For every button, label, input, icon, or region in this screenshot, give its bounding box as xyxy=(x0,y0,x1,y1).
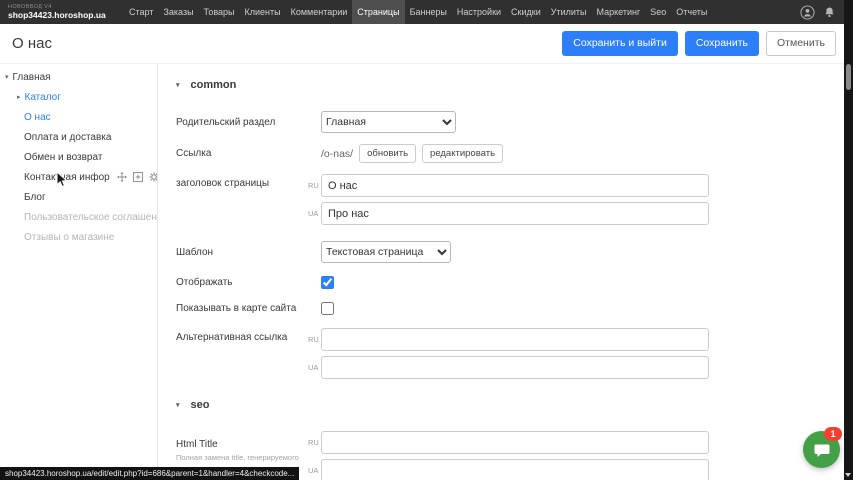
tree-label: Контактная инфор xyxy=(24,172,110,183)
menu-banners[interactable]: Баннеры xyxy=(405,0,452,24)
gear-icon[interactable] xyxy=(149,172,158,182)
tree-label: Отзывы о магазине xyxy=(24,232,114,243)
sidebar-item-o-nas[interactable]: О нас xyxy=(0,107,157,127)
html-title-ru-input[interactable] xyxy=(321,431,709,454)
chat-badge: 1 xyxy=(824,427,842,441)
lang-ua-label: UA xyxy=(308,363,321,372)
parent-section-label: Родительский раздел xyxy=(176,117,308,128)
lang-ua-label: UA xyxy=(308,209,321,218)
scrollbar-thumb[interactable] xyxy=(846,64,851,90)
alt-link-ru-input[interactable] xyxy=(321,328,709,351)
caret-down-icon: ▾ xyxy=(176,81,180,89)
logo[interactable]: НОВОВВОД V4 shop34423.horoshop.ua xyxy=(0,4,124,20)
display-checkbox[interactable] xyxy=(321,276,334,289)
template-label: Шаблон xyxy=(176,247,308,258)
html-title-label: Html Title xyxy=(176,435,308,450)
sidebar-item-glavnaya[interactable]: ▾ Главная xyxy=(0,67,157,87)
bell-icon[interactable] xyxy=(822,5,837,20)
html-title-note: Полная замена title, генерируемого xyxy=(176,453,321,462)
scrollbar[interactable] xyxy=(844,0,853,480)
menu-pages[interactable]: Страницы xyxy=(352,0,404,24)
html-title-ua-input[interactable] xyxy=(321,459,709,480)
sidebar-item-obmen[interactable]: Обмен и возврат xyxy=(0,147,157,167)
lang-ru-label: RU xyxy=(308,181,321,190)
menu-seo[interactable]: Seo xyxy=(645,0,671,24)
main-form: ▾ common Родительский раздел Главная Ссы… xyxy=(158,63,844,480)
tree-label: Обмен и возврат xyxy=(24,152,102,163)
chat-icon xyxy=(813,441,831,459)
sitemap-checkbox[interactable] xyxy=(321,302,334,315)
sitemap-label: Показывать в карте сайта xyxy=(176,303,308,314)
move-icon[interactable] xyxy=(117,172,127,182)
save-button[interactable]: Сохранить xyxy=(685,31,759,56)
logo-title: shop34423.horoshop.ua xyxy=(8,10,114,20)
chat-widget-button[interactable]: 1 xyxy=(803,431,840,468)
tree-label: Главная xyxy=(13,72,51,83)
tree-label: О нас xyxy=(24,112,51,123)
sidebar-item-polzovatelskoe[interactable]: Пользовательское соглашение xyxy=(0,207,157,227)
user-icon[interactable] xyxy=(800,5,815,20)
tree-item-actions xyxy=(117,172,158,182)
section-common[interactable]: ▾ common xyxy=(176,79,844,91)
section-title: common xyxy=(191,79,237,91)
tree-label: Блог xyxy=(24,192,46,203)
tree-label: Оплата и доставка xyxy=(24,132,111,143)
template-select[interactable]: Текстовая страница xyxy=(321,241,451,263)
menu-products[interactable]: Товары xyxy=(199,0,240,24)
save-exit-button[interactable]: Сохранить и выйти xyxy=(562,31,678,56)
page-title-ru-input[interactable] xyxy=(321,174,709,197)
alt-link-label: Альтернативная ссылка xyxy=(176,328,308,343)
topbar-menu: Старт Заказы Товары Клиенты Комментарии … xyxy=(124,0,712,24)
menu-settings[interactable]: Настройки xyxy=(452,0,506,24)
lang-ru-label: RU xyxy=(308,335,321,344)
link-edit-button[interactable]: редактировать xyxy=(422,144,503,163)
caret-down-icon: ▾ xyxy=(176,401,180,409)
caret-down-icon[interactable]: ▾ xyxy=(5,73,9,81)
menu-orders[interactable]: Заказы xyxy=(158,0,198,24)
add-icon[interactable] xyxy=(133,172,143,182)
topbar: НОВОВВОД V4 shop34423.horoshop.ua Старт … xyxy=(0,0,853,24)
link-update-button[interactable]: обновить xyxy=(359,144,416,163)
section-seo[interactable]: ▾ seo xyxy=(176,399,844,411)
page-title: О нас xyxy=(12,35,52,52)
sidebar-item-kontaktnaya[interactable]: Контактная инфор xyxy=(0,167,157,187)
caret-right-icon[interactable]: ▸ xyxy=(17,93,21,101)
sidebar-item-blog[interactable]: Блог xyxy=(0,187,157,207)
menu-utilities[interactable]: Утилиты xyxy=(546,0,592,24)
sidebar-tree: ▾ Главная ▸ Каталог О нас Оплата и доста… xyxy=(0,63,158,480)
page-header: О нас Сохранить и выйти Сохранить Отмени… xyxy=(0,24,844,64)
sidebar-item-otzyvy[interactable]: Отзывы о магазине xyxy=(0,227,157,247)
menu-reports[interactable]: Отчеты xyxy=(671,0,712,24)
menu-start[interactable]: Старт xyxy=(124,0,158,24)
cancel-button[interactable]: Отменить xyxy=(766,31,836,56)
menu-discounts[interactable]: Скидки xyxy=(506,0,546,24)
menu-comments[interactable]: Комментарии xyxy=(286,0,353,24)
scroll-down-arrow[interactable] xyxy=(845,473,851,477)
section-title: seo xyxy=(191,399,210,411)
sidebar-item-oplata[interactable]: Оплата и доставка xyxy=(0,127,157,147)
status-url: shop34423.horoshop.ua/edit/edit.php?id=6… xyxy=(0,467,299,480)
alt-link-ua-input[interactable] xyxy=(321,356,709,379)
link-label: Ссылка xyxy=(176,148,308,159)
tree-label: Пользовательское соглашение xyxy=(24,212,158,223)
parent-section-select[interactable]: Главная xyxy=(321,111,456,133)
sidebar-item-katalog[interactable]: ▸ Каталог xyxy=(0,87,157,107)
header-actions: Сохранить и выйти Сохранить Отменить xyxy=(562,31,836,56)
lang-ua-label: UA xyxy=(308,466,321,475)
link-value: /o-nas/ xyxy=(321,148,353,160)
body: ▾ Главная ▸ Каталог О нас Оплата и доста… xyxy=(0,63,844,480)
page-title-label: заголовок страницы xyxy=(176,174,308,189)
menu-clients[interactable]: Клиенты xyxy=(240,0,286,24)
display-label: Отображать xyxy=(176,277,308,288)
menu-marketing[interactable]: Маркетинг xyxy=(591,0,645,24)
tree-label: Каталог xyxy=(25,92,61,103)
screen: НОВОВВОД V4 shop34423.horoshop.ua Старт … xyxy=(0,0,853,480)
page-title-ua-input[interactable] xyxy=(321,202,709,225)
lang-ru-label: RU xyxy=(308,438,321,447)
